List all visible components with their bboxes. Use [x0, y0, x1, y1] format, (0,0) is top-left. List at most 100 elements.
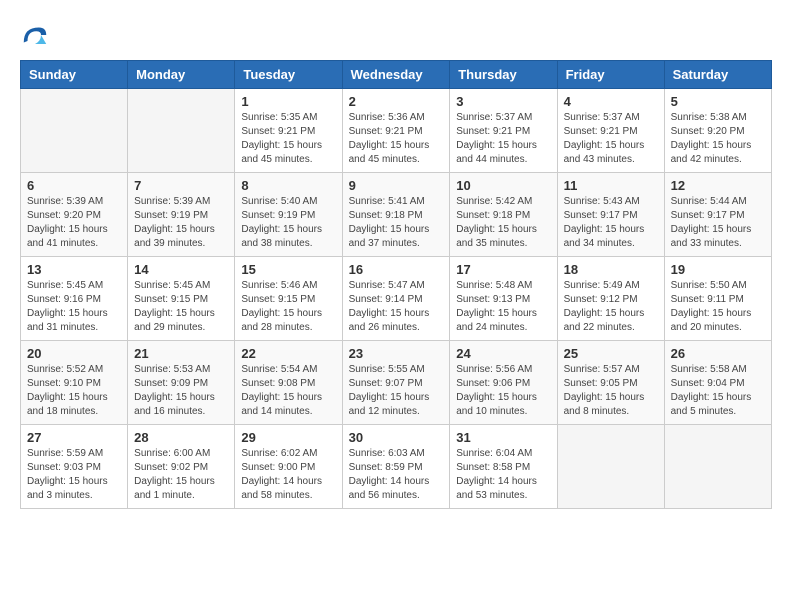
calendar-day-cell: 11 Sunrise: 5:43 AM Sunset: 9:17 PM Dayli…: [557, 173, 664, 257]
day-info: Sunrise: 5:54 AM Sunset: 9:08 PM Dayligh…: [241, 363, 335, 419]
calendar-day-cell: 25 Sunrise: 5:57 AM Sunset: 9:05 PM Dayli…: [557, 341, 664, 425]
calendar-day-cell: 12 Sunrise: 5:44 AM Sunset: 9:17 PM Dayli…: [664, 173, 771, 257]
day-number: 1: [241, 94, 335, 109]
day-number: 23: [349, 346, 444, 361]
day-info: Sunrise: 5:52 AM Sunset: 9:10 PM Dayligh…: [27, 363, 121, 419]
logo: [20, 20, 54, 50]
calendar-day-cell: 6 Sunrise: 5:39 AM Sunset: 9:20 PM Daylig…: [21, 173, 128, 257]
calendar-week-row: 20 Sunrise: 5:52 AM Sunset: 9:10 PM Dayli…: [21, 341, 772, 425]
calendar-week-row: 13Sunrise: 5:45 AM Sunset: 9:16 PM Dayli…: [21, 257, 772, 341]
calendar-day-cell: [128, 89, 235, 173]
day-number: 31: [456, 430, 550, 445]
calendar-day-cell: [21, 89, 128, 173]
day-info: Sunrise: 6:02 AM Sunset: 9:00 PM Dayligh…: [241, 447, 335, 503]
day-number: 24: [456, 346, 550, 361]
day-info: Sunrise: 5:40 AM Sunset: 9:19 PM Dayligh…: [241, 195, 335, 251]
calendar-day-cell: 28Sunrise: 6:00 AM Sunset: 9:02 PM Dayli…: [128, 425, 235, 509]
day-info: Sunrise: 5:41 AM Sunset: 9:18 PM Dayligh…: [349, 195, 444, 251]
calendar-day-cell: 31 Sunrise: 6:04 AM Sunset: 8:58 PM Dayli…: [450, 425, 557, 509]
day-info: Sunrise: 6:04 AM Sunset: 8:58 PM Dayligh…: [456, 447, 550, 503]
calendar-day-cell: 5 Sunrise: 5:38 AM Sunset: 9:20 PM Daylig…: [664, 89, 771, 173]
day-number: 27: [27, 430, 121, 445]
calendar-day-cell: [557, 425, 664, 509]
calendar-day-cell: 8 Sunrise: 5:40 AM Sunset: 9:19 PM Daylig…: [235, 173, 342, 257]
day-info: Sunrise: 5:49 AM Sunset: 9:12 PM Dayligh…: [564, 279, 658, 335]
day-number: 6: [27, 178, 121, 193]
day-info: Sunrise: 5:43 AM Sunset: 9:17 PM Dayligh…: [564, 195, 658, 251]
calendar-table: SundayMondayTuesdayWednesdayThursdayFrid…: [20, 60, 772, 509]
day-number: 18: [564, 262, 658, 277]
calendar-day-cell: 10Sunrise: 5:42 AM Sunset: 9:18 PM Dayli…: [450, 173, 557, 257]
day-number: 20: [27, 346, 121, 361]
calendar-day-cell: 17Sunrise: 5:48 AM Sunset: 9:13 PM Dayli…: [450, 257, 557, 341]
calendar-day-cell: 14Sunrise: 5:45 AM Sunset: 9:15 PM Dayli…: [128, 257, 235, 341]
weekday-header: Wednesday: [342, 61, 450, 89]
day-number: 9: [349, 178, 444, 193]
day-number: 26: [671, 346, 765, 361]
day-info: Sunrise: 5:37 AM Sunset: 9:21 PM Dayligh…: [564, 111, 658, 167]
calendar-day-cell: [664, 425, 771, 509]
day-number: 2: [349, 94, 444, 109]
day-info: Sunrise: 6:00 AM Sunset: 9:02 PM Dayligh…: [134, 447, 228, 503]
day-number: 29: [241, 430, 335, 445]
calendar-day-cell: 7 Sunrise: 5:39 AM Sunset: 9:19 PM Daylig…: [128, 173, 235, 257]
day-number: 3: [456, 94, 550, 109]
day-info: Sunrise: 5:38 AM Sunset: 9:20 PM Dayligh…: [671, 111, 765, 167]
weekday-header: Monday: [128, 61, 235, 89]
calendar-day-cell: 3Sunrise: 5:37 AM Sunset: 9:21 PM Daylig…: [450, 89, 557, 173]
calendar-day-cell: 23 Sunrise: 5:55 AM Sunset: 9:07 PM Dayli…: [342, 341, 450, 425]
day-info: Sunrise: 5:36 AM Sunset: 9:21 PM Dayligh…: [349, 111, 444, 167]
day-number: 11: [564, 178, 658, 193]
calendar-day-cell: 21Sunrise: 5:53 AM Sunset: 9:09 PM Dayli…: [128, 341, 235, 425]
calendar-day-cell: 29 Sunrise: 6:02 AM Sunset: 9:00 PM Dayli…: [235, 425, 342, 509]
day-info: Sunrise: 5:55 AM Sunset: 9:07 PM Dayligh…: [349, 363, 444, 419]
page-header: [20, 20, 772, 50]
day-number: 5: [671, 94, 765, 109]
calendar-day-cell: 13Sunrise: 5:45 AM Sunset: 9:16 PM Dayli…: [21, 257, 128, 341]
calendar-day-cell: 20 Sunrise: 5:52 AM Sunset: 9:10 PM Dayli…: [21, 341, 128, 425]
day-number: 30: [349, 430, 444, 445]
weekday-header: Friday: [557, 61, 664, 89]
calendar-day-cell: 24 Sunrise: 5:56 AM Sunset: 9:06 PM Dayli…: [450, 341, 557, 425]
calendar-day-cell: 9 Sunrise: 5:41 AM Sunset: 9:18 PM Daylig…: [342, 173, 450, 257]
day-number: 25: [564, 346, 658, 361]
calendar-day-cell: 19 Sunrise: 5:50 AM Sunset: 9:11 PM Dayli…: [664, 257, 771, 341]
day-info: Sunrise: 5:46 AM Sunset: 9:15 PM Dayligh…: [241, 279, 335, 335]
weekday-header: Tuesday: [235, 61, 342, 89]
day-info: Sunrise: 5:57 AM Sunset: 9:05 PM Dayligh…: [564, 363, 658, 419]
calendar-day-cell: 2 Sunrise: 5:36 AM Sunset: 9:21 PM Daylig…: [342, 89, 450, 173]
day-info: Sunrise: 5:39 AM Sunset: 9:20 PM Dayligh…: [27, 195, 121, 251]
calendar-day-cell: 30 Sunrise: 6:03 AM Sunset: 8:59 PM Dayli…: [342, 425, 450, 509]
calendar-day-cell: 16Sunrise: 5:47 AM Sunset: 9:14 PM Dayli…: [342, 257, 450, 341]
day-number: 4: [564, 94, 658, 109]
calendar-day-cell: 18 Sunrise: 5:49 AM Sunset: 9:12 PM Dayli…: [557, 257, 664, 341]
day-number: 12: [671, 178, 765, 193]
day-info: Sunrise: 5:44 AM Sunset: 9:17 PM Dayligh…: [671, 195, 765, 251]
day-number: 19: [671, 262, 765, 277]
calendar-header-row: SundayMondayTuesdayWednesdayThursdayFrid…: [21, 61, 772, 89]
day-info: Sunrise: 5:42 AM Sunset: 9:18 PM Dayligh…: [456, 195, 550, 251]
day-number: 8: [241, 178, 335, 193]
calendar-day-cell: 22 Sunrise: 5:54 AM Sunset: 9:08 PM Dayli…: [235, 341, 342, 425]
calendar-week-row: 27Sunrise: 5:59 AM Sunset: 9:03 PM Dayli…: [21, 425, 772, 509]
day-info: Sunrise: 5:48 AM Sunset: 9:13 PM Dayligh…: [456, 279, 550, 335]
day-info: Sunrise: 5:45 AM Sunset: 9:16 PM Dayligh…: [27, 279, 121, 335]
day-number: 22: [241, 346, 335, 361]
day-info: Sunrise: 5:50 AM Sunset: 9:11 PM Dayligh…: [671, 279, 765, 335]
calendar-day-cell: 15Sunrise: 5:46 AM Sunset: 9:15 PM Dayli…: [235, 257, 342, 341]
day-info: Sunrise: 6:03 AM Sunset: 8:59 PM Dayligh…: [349, 447, 444, 503]
day-info: Sunrise: 5:39 AM Sunset: 9:19 PM Dayligh…: [134, 195, 228, 251]
calendar-day-cell: 1 Sunrise: 5:35 AM Sunset: 9:21 PM Daylig…: [235, 89, 342, 173]
day-info: Sunrise: 5:35 AM Sunset: 9:21 PM Dayligh…: [241, 111, 335, 167]
day-number: 21: [134, 346, 228, 361]
weekday-header: Thursday: [450, 61, 557, 89]
weekday-header: Sunday: [21, 61, 128, 89]
calendar-week-row: 1 Sunrise: 5:35 AM Sunset: 9:21 PM Daylig…: [21, 89, 772, 173]
calendar-week-row: 6 Sunrise: 5:39 AM Sunset: 9:20 PM Daylig…: [21, 173, 772, 257]
logo-icon: [20, 20, 50, 50]
day-number: 7: [134, 178, 228, 193]
day-info: Sunrise: 5:56 AM Sunset: 9:06 PM Dayligh…: [456, 363, 550, 419]
day-info: Sunrise: 5:47 AM Sunset: 9:14 PM Dayligh…: [349, 279, 444, 335]
calendar-day-cell: 26Sunrise: 5:58 AM Sunset: 9:04 PM Dayli…: [664, 341, 771, 425]
weekday-header: Saturday: [664, 61, 771, 89]
